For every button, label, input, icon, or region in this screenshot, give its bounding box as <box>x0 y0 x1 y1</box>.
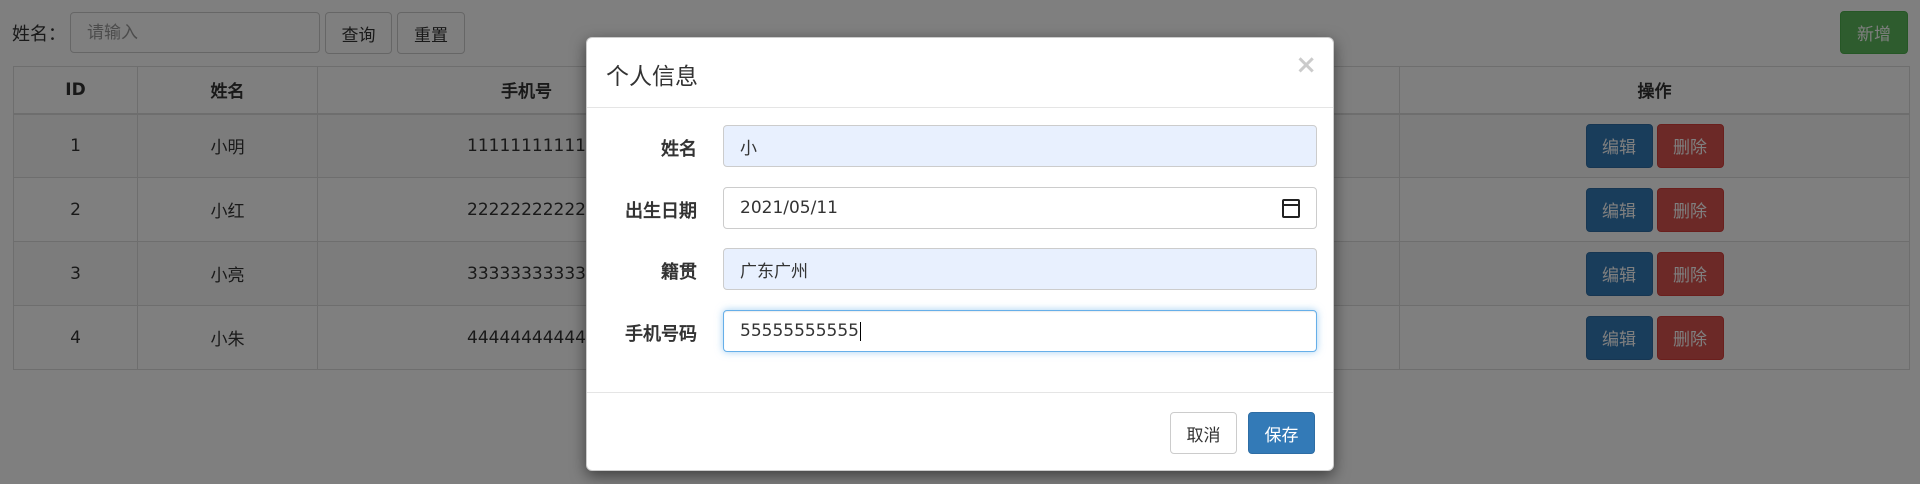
birth-value: 2021/05/11 <box>740 198 838 218</box>
birth-date-field[interactable]: 2021/05/11 <box>723 187 1317 229</box>
phone-value: 55555555555 <box>740 321 859 341</box>
text-caret <box>859 321 861 341</box>
phone-field[interactable]: 55555555555 <box>723 310 1317 352</box>
form-row-birth: 出生日期 2021/05/11 <box>587 187 1335 229</box>
modal-header: 个人信息 × <box>587 38 1333 108</box>
name-field[interactable]: 小 <box>723 125 1317 167</box>
name-value: 小 <box>740 138 757 159</box>
form-row-name: 姓名 小 <box>587 125 1335 167</box>
save-button[interactable]: 保存 <box>1248 412 1315 454</box>
modal-body: 姓名 小 出生日期 2021/05/11 籍贯 广东广州 手机号码 555555… <box>587 108 1333 393</box>
personal-info-modal: 个人信息 × 姓名 小 出生日期 2021/05/11 籍贯 广东广州 手机号码 <box>586 37 1334 471</box>
native-place-field[interactable]: 广东广州 <box>723 248 1317 290</box>
native-place-label: 籍贯 <box>661 262 697 283</box>
native-place-value: 广东广州 <box>740 261 808 282</box>
modal-title: 个人信息 <box>606 64 698 90</box>
birth-label: 出生日期 <box>625 201 697 222</box>
form-row-phone: 手机号码 55555555555 <box>587 310 1335 352</box>
cancel-button[interactable]: 取消 <box>1170 412 1237 454</box>
name-label: 姓名 <box>661 139 697 160</box>
close-icon[interactable]: × <box>1295 52 1317 78</box>
calendar-icon[interactable] <box>1282 199 1300 218</box>
form-row-native: 籍贯 广东广州 <box>587 248 1335 290</box>
modal-footer: 取消 保存 <box>587 393 1333 470</box>
phone-label: 手机号码 <box>625 324 697 345</box>
